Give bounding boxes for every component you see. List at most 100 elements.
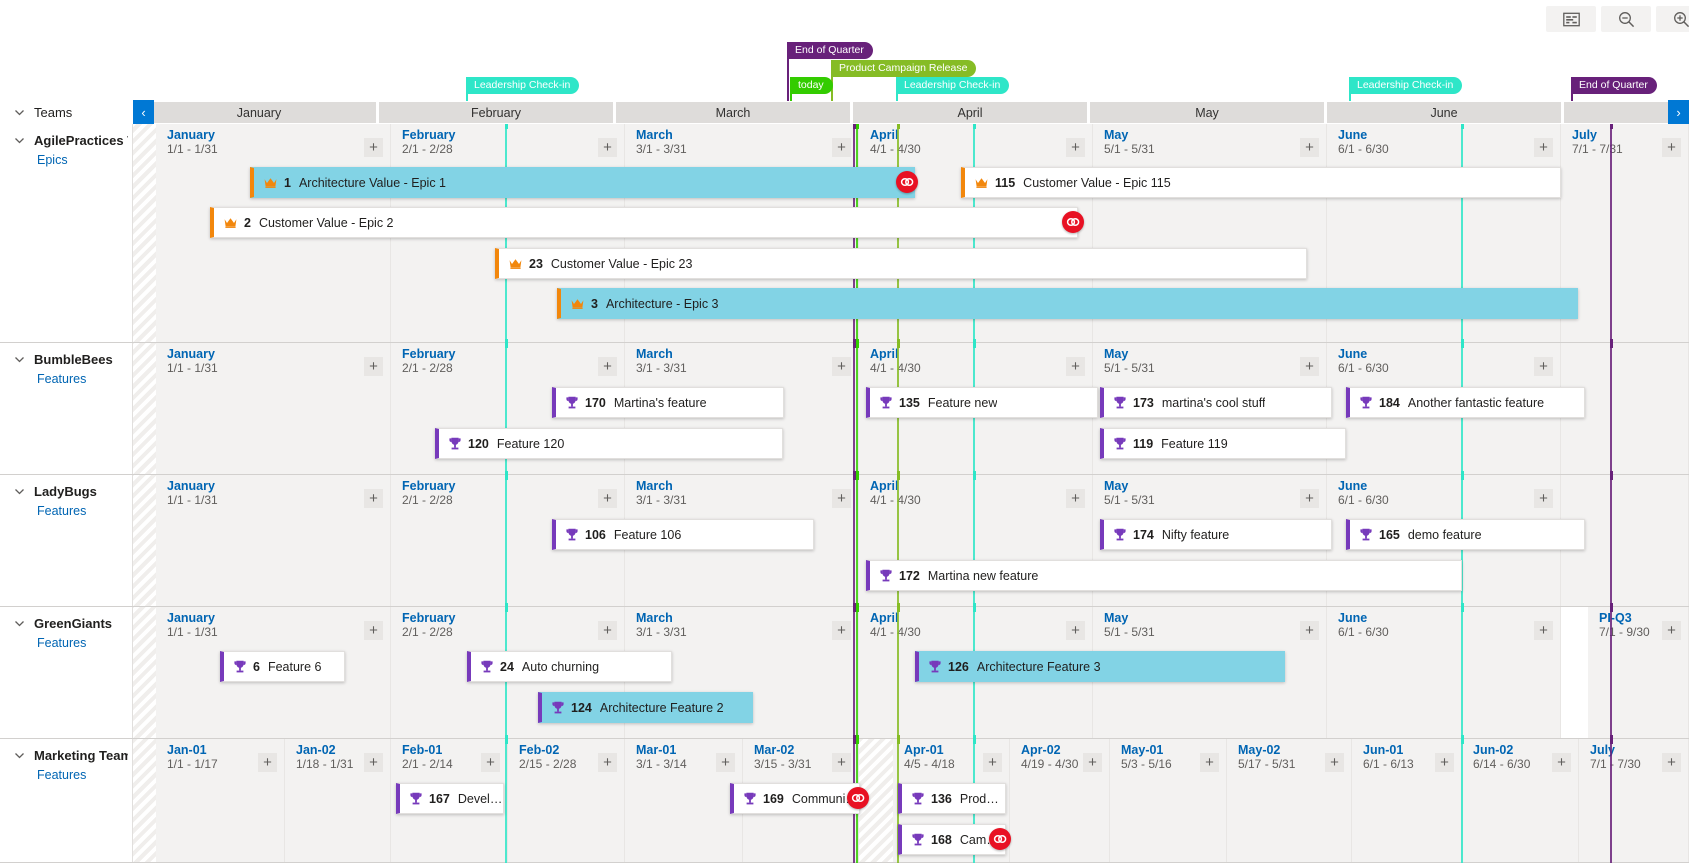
iteration-name[interactable]: Jan-01 [167,743,207,757]
iteration-name[interactable]: March [636,347,673,361]
iteration-name[interactable]: Apr-02 [1021,743,1061,757]
iteration-name[interactable]: June [1338,347,1367,361]
add-item-button[interactable]: + [598,138,617,157]
iteration-name[interactable]: Jun-02 [1473,743,1513,757]
iteration-name[interactable]: March [636,128,673,142]
iteration-name[interactable]: February [402,347,456,361]
add-item-button[interactable]: + [832,489,851,508]
add-item-button[interactable]: + [1435,753,1454,772]
iteration-name[interactable]: February [402,128,456,142]
add-item-button[interactable]: + [1662,138,1681,157]
work-item-card[interactable]: 2 Customer Value - Epic 2 [210,207,1078,238]
work-item-card[interactable]: 3 Architecture - Epic 3 [557,288,1578,319]
iteration-name[interactable]: January [167,347,215,361]
add-item-button[interactable]: + [598,753,617,772]
iteration-name[interactable]: April [870,479,898,493]
milestone-flag[interactable]: Product Campaign Release [833,60,977,77]
chevron-down-icon[interactable] [14,750,25,761]
iteration-name[interactable]: April [870,128,898,142]
add-item-button[interactable]: + [1325,753,1344,772]
add-item-button[interactable]: + [1066,489,1085,508]
iteration-name[interactable]: May-01 [1121,743,1163,757]
add-item-button[interactable]: + [1066,357,1085,376]
dependency-badge[interactable] [896,171,918,193]
work-item-card[interactable]: 172 Martina new feature [866,560,1462,591]
add-item-button[interactable]: + [364,138,383,157]
add-item-button[interactable]: + [1083,753,1102,772]
add-item-button[interactable]: + [598,357,617,376]
add-item-button[interactable]: + [598,621,617,640]
milestone-flag[interactable]: End of Quarter [1573,77,1657,94]
work-item-card[interactable]: 135 Feature new [866,387,1098,418]
work-item-card[interactable]: 170 Martina's feature [552,387,784,418]
work-item-card[interactable]: 167 Develo... [396,783,504,814]
add-item-button[interactable]: + [1662,753,1681,772]
iteration-name[interactable]: April [870,611,898,625]
add-item-button[interactable]: + [1662,621,1681,640]
iteration-name[interactable]: March [636,611,673,625]
iteration-name[interactable]: June [1338,479,1367,493]
add-item-button[interactable]: + [1300,621,1319,640]
iteration-name[interactable]: January [167,128,215,142]
iteration-name[interactable]: February [402,611,456,625]
add-item-button[interactable]: + [983,753,1002,772]
iteration-name[interactable]: April [870,347,898,361]
add-item-button[interactable]: + [832,753,851,772]
chevron-down-icon[interactable] [14,486,25,497]
milestone-flag[interactable]: today [792,77,833,94]
add-item-button[interactable]: + [364,357,383,376]
work-item-card[interactable]: 136 Produc... [898,783,1006,814]
teams-column-header[interactable]: Teams [0,100,133,124]
add-item-button[interactable]: + [1300,138,1319,157]
work-item-card[interactable]: 1 Architecture Value - Epic 1 [250,167,915,198]
delivery-plan-grid[interactable]: AgilePractices T...EpicsJanuary1/1 - 1/3… [0,124,1689,863]
add-item-button[interactable]: + [258,753,277,772]
milestone-flag[interactable]: Leadership Check-in [468,77,580,94]
work-item-card[interactable]: 106 Feature 106 [552,519,814,550]
team-backlog-link[interactable]: Features [37,636,86,650]
iteration-name[interactable]: Mar-02 [754,743,794,757]
dependency-badge[interactable] [847,787,869,809]
iteration-name[interactable]: June [1338,128,1367,142]
add-item-button[interactable]: + [481,753,500,772]
milestone-flag[interactable]: Leadership Check-in [1351,77,1463,94]
team-name-row[interactable]: AgilePractices T... [14,133,128,148]
team-backlog-link[interactable]: Epics [37,153,68,167]
add-item-button[interactable]: + [364,489,383,508]
add-item-button[interactable]: + [1534,489,1553,508]
chevron-down-icon[interactable] [14,618,25,629]
add-item-button[interactable]: + [1534,138,1553,157]
timeline-next-button[interactable]: › [1668,100,1689,124]
iteration-name[interactable]: PI-Q3 [1599,611,1632,625]
work-item-card[interactable]: 119 Feature 119 [1100,428,1346,459]
add-item-button[interactable]: + [364,621,383,640]
work-item-card[interactable]: 115 Customer Value - Epic 115 [961,167,1561,198]
dependency-badge[interactable] [989,828,1011,850]
work-item-card[interactable]: 124 Architecture Feature 2 [538,692,753,723]
iteration-name[interactable]: May [1104,347,1128,361]
add-item-button[interactable]: + [716,753,735,772]
iteration-name[interactable]: May [1104,128,1128,142]
team-backlog-link[interactable]: Features [37,504,86,518]
iteration-name[interactable]: Jan-02 [296,743,336,757]
team-name-row[interactable]: GreenGiants [14,616,128,631]
add-item-button[interactable]: + [832,621,851,640]
chevron-down-icon[interactable] [14,135,25,146]
iteration-name[interactable]: Mar-01 [636,743,676,757]
dependency-badge[interactable] [1062,211,1084,233]
work-item-card[interactable]: 184 Another fantastic feature [1346,387,1585,418]
add-item-button[interactable]: + [832,357,851,376]
iteration-name[interactable]: January [167,611,215,625]
work-item-card[interactable]: 126 Architecture Feature 3 [915,651,1285,682]
timeline-prev-button[interactable]: ‹ [133,100,154,124]
iteration-name[interactable]: January [167,479,215,493]
add-item-button[interactable]: + [1552,753,1571,772]
add-item-button[interactable]: + [1300,357,1319,376]
work-item-card[interactable]: 23 Customer Value - Epic 23 [495,248,1307,279]
team-name-row[interactable]: Marketing Team [14,748,128,763]
milestone-flag[interactable]: Leadership Check-in [898,77,1010,94]
team-name-row[interactable]: BumbleBees [14,352,128,367]
chevron-down-icon[interactable] [14,354,25,365]
add-item-button[interactable]: + [832,138,851,157]
add-item-button[interactable]: + [1066,621,1085,640]
